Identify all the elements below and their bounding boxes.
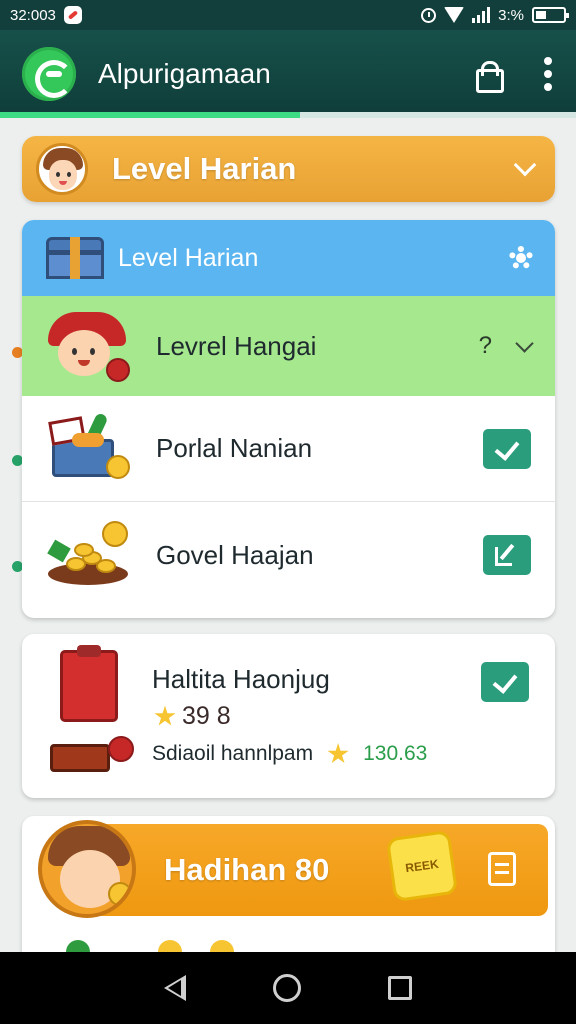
list-item-label: Levrel Hangai bbox=[156, 330, 317, 361]
chevron-down-icon[interactable] bbox=[515, 333, 534, 353]
list-item[interactable]: Porlal Nanian bbox=[22, 396, 555, 502]
ticket-label: REEK bbox=[404, 856, 440, 876]
avatar bbox=[36, 143, 88, 195]
list-item-label: Govel Haajan bbox=[156, 539, 314, 570]
signal-icon bbox=[472, 7, 491, 23]
check-icon[interactable] bbox=[483, 428, 531, 469]
coin-pile-icon bbox=[44, 517, 134, 593]
check-icon[interactable] bbox=[481, 662, 529, 702]
ticket-icon: REEK bbox=[385, 829, 459, 903]
more-vert-icon[interactable] bbox=[542, 57, 554, 91]
star-icon bbox=[327, 743, 349, 764]
reward-score-value: 39 8 bbox=[182, 702, 231, 730]
list-header-title: Level Harian bbox=[118, 243, 259, 272]
reward-footer: Sdiaoil hannlpam 130.63 bbox=[152, 742, 427, 766]
battery-percent: 3:% bbox=[498, 6, 524, 24]
notification-app-icon bbox=[63, 6, 82, 24]
bonus-card[interactable]: Hadihan 80 REEK bbox=[22, 816, 555, 966]
bag-icon[interactable] bbox=[472, 59, 504, 93]
list-item[interactable]: Govel Haajan bbox=[22, 502, 555, 608]
reward-card[interactable]: Haltita Haonjug 39 8 Sdiaoil hannlpam 13… bbox=[22, 634, 555, 798]
chest-icon bbox=[50, 744, 110, 772]
back-icon[interactable] bbox=[163, 975, 186, 1001]
progress-fill bbox=[0, 112, 300, 118]
reward-score: 39 8 bbox=[154, 702, 231, 731]
avatar bbox=[38, 820, 136, 918]
list-header: Level Harian bbox=[22, 220, 555, 296]
home-icon[interactable] bbox=[272, 974, 301, 1002]
list-icon[interactable] bbox=[488, 852, 516, 886]
level-list-card: Level Harian Levrel Hangai ? Porlal Nani… bbox=[22, 220, 555, 618]
clipboard-icon bbox=[60, 645, 118, 722]
bonus-title: Hadihan 80 bbox=[164, 852, 330, 887]
app-bar: Alpurigamaan bbox=[0, 30, 576, 118]
progress-bar bbox=[0, 112, 576, 118]
edit-icon[interactable] bbox=[483, 535, 531, 575]
list-item-label: Porlal Nanian bbox=[156, 433, 313, 463]
status-bar: 32:003 3:% bbox=[0, 0, 576, 30]
app-title: Alpurigamaan bbox=[98, 58, 271, 89]
badge-icon bbox=[108, 736, 134, 762]
alarm-icon bbox=[421, 7, 437, 23]
gear-icon[interactable] bbox=[509, 246, 533, 270]
status-time: 32:003 bbox=[10, 6, 56, 24]
gift-basket-icon bbox=[44, 411, 134, 487]
app-logo-icon[interactable] bbox=[22, 47, 76, 101]
treasure-chest-icon bbox=[44, 237, 106, 279]
system-nav-bar bbox=[0, 952, 576, 1024]
reward-footer-label: Sdiaoil hannlpam bbox=[152, 742, 314, 765]
banner-title: Level Harian bbox=[112, 151, 297, 186]
daily-level-banner[interactable]: Level Harian bbox=[22, 136, 555, 202]
battery-icon bbox=[532, 7, 569, 23]
wifi-icon bbox=[444, 7, 465, 23]
star-icon bbox=[154, 705, 176, 726]
help-icon[interactable]: ? bbox=[479, 332, 492, 360]
character-icon bbox=[44, 308, 134, 384]
list-item[interactable]: Levrel Hangai ? bbox=[22, 296, 555, 396]
recent-apps-icon[interactable] bbox=[388, 976, 413, 1000]
reward-title: Haltita Haonjug bbox=[152, 664, 330, 694]
reward-footer-value: 130.63 bbox=[363, 742, 428, 765]
chevron-down-icon[interactable] bbox=[513, 153, 537, 177]
